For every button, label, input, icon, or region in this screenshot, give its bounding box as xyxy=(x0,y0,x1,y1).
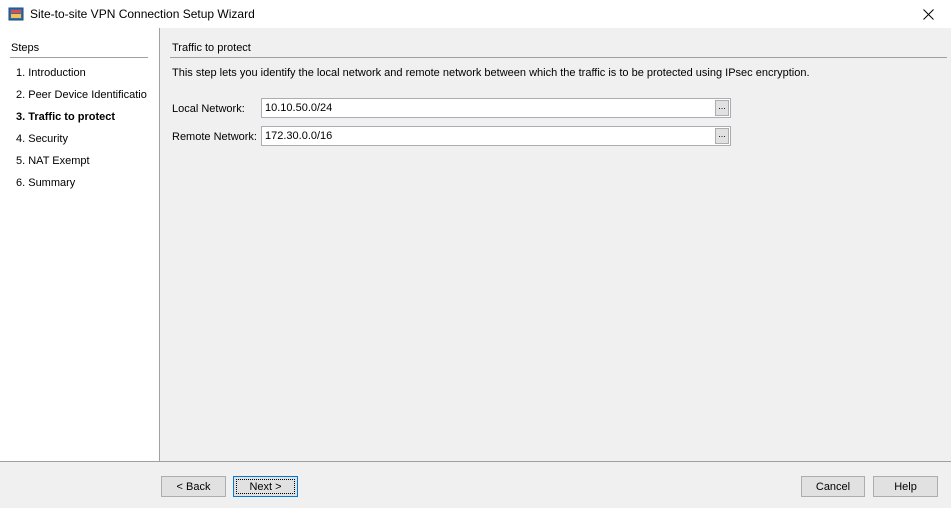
step-nat-exempt: 5. NAT Exempt xyxy=(16,155,90,167)
local-network-browse-button[interactable]: ... xyxy=(715,100,729,116)
app-icon xyxy=(8,7,24,21)
step-traffic-to-protect: 3. Traffic to protect xyxy=(16,111,116,123)
remote-network-label: Remote Network: xyxy=(172,131,257,143)
local-network-label: Local Network: xyxy=(172,103,245,115)
help-button[interactable]: Help xyxy=(873,476,938,497)
window-title: Site-to-site VPN Connection Setup Wizard xyxy=(30,7,255,21)
focus-ring xyxy=(236,479,295,494)
steps-header: Steps xyxy=(11,42,40,54)
local-network-field[interactable]: 10.10.50.0/24 ... xyxy=(261,98,731,118)
cancel-button[interactable]: Cancel xyxy=(801,476,865,497)
step-summary: 6. Summary xyxy=(16,177,76,189)
button-bar: < Back Next > Cancel Help xyxy=(0,461,951,508)
content-panel: Traffic to protect This step lets you id… xyxy=(160,28,951,461)
steps-divider xyxy=(10,57,148,58)
back-button[interactable]: < Back xyxy=(161,476,226,497)
remote-network-field[interactable]: 172.30.0.0/16 ... xyxy=(261,126,731,146)
section-title: Traffic to protect xyxy=(172,42,251,54)
next-button[interactable]: Next > xyxy=(233,476,298,497)
step-security: 4. Security xyxy=(16,133,68,145)
section-divider xyxy=(170,57,947,58)
step-description: This step lets you identify the local ne… xyxy=(172,67,810,79)
step-peer-device-identification: 2. Peer Device Identificatio xyxy=(16,89,147,101)
help-button-label: Help xyxy=(894,480,917,493)
remote-network-value: 172.30.0.0/16 xyxy=(265,130,333,142)
back-button-label: < Back xyxy=(176,480,211,493)
step-introduction: 1. Introduction xyxy=(16,67,86,79)
title-bar: Site-to-site VPN Connection Setup Wizard xyxy=(0,0,951,28)
cancel-button-label: Cancel xyxy=(815,480,851,493)
close-button[interactable] xyxy=(905,0,951,28)
local-network-value: 10.10.50.0/24 xyxy=(265,102,333,114)
close-icon xyxy=(922,8,934,20)
steps-panel: Steps 1. Introduction 2. Peer Device Ide… xyxy=(0,28,160,461)
remote-network-browse-button[interactable]: ... xyxy=(715,128,729,144)
